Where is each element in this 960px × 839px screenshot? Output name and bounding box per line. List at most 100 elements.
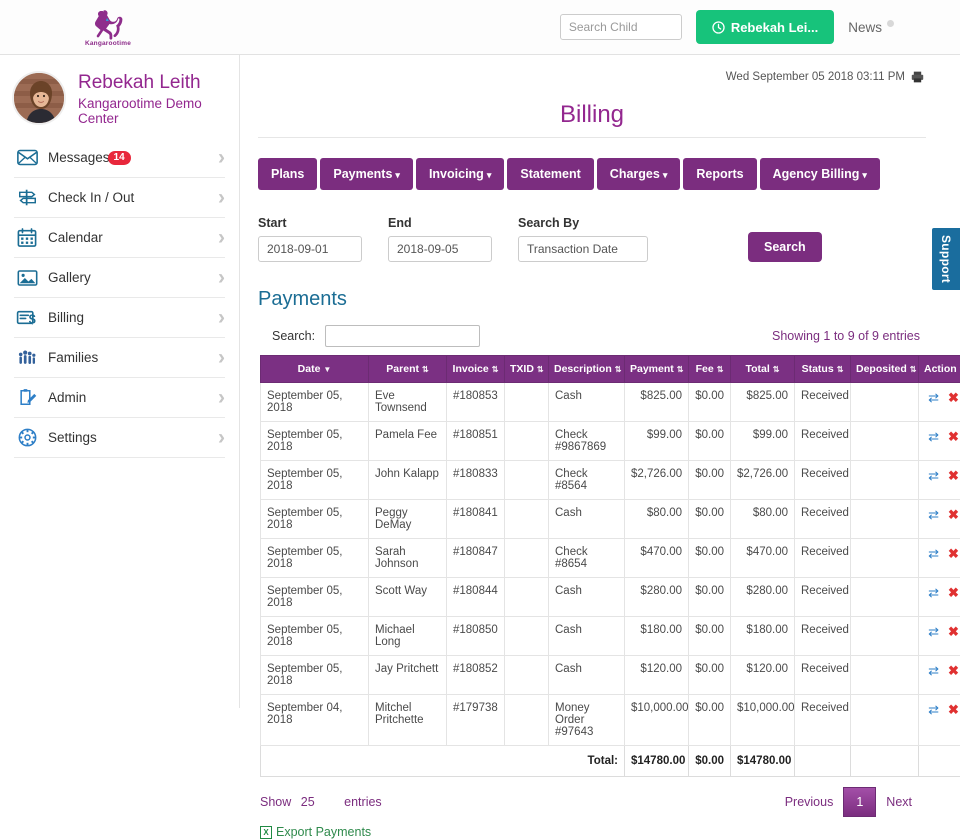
cell-parent[interactable]: Eve Townsend	[369, 383, 447, 422]
column-header-parent[interactable]: Parent⇅	[369, 356, 447, 383]
nav-button-statement[interactable]: Statement	[507, 158, 593, 190]
transfer-icon[interactable]: ⇄	[928, 468, 939, 483]
cell-invoice[interactable]: #180853	[447, 383, 505, 422]
delete-icon[interactable]: ✖	[948, 702, 959, 717]
export-payments-link[interactable]: X Export Payments	[258, 825, 926, 839]
cell-parent[interactable]: Scott Way	[369, 578, 447, 617]
nav-button-label: Reports	[696, 167, 743, 181]
transfer-icon[interactable]: ⇄	[928, 663, 939, 678]
pagination-next[interactable]: Next	[878, 789, 920, 815]
transfer-icon[interactable]: ⇄	[928, 507, 939, 522]
cell-total: $80.00	[731, 500, 795, 539]
delete-icon[interactable]: ✖	[948, 390, 959, 405]
cell-invoice[interactable]: #180844	[447, 578, 505, 617]
cell-invoice[interactable]: #180850	[447, 617, 505, 656]
cell-action: ⇄✖	[919, 383, 960, 422]
sort-icon: ⇅	[837, 365, 844, 374]
column-label: Action	[924, 363, 957, 375]
cell-invoice[interactable]: #180833	[447, 461, 505, 500]
cell-invoice[interactable]: #179738	[447, 695, 505, 746]
nav-button-plans[interactable]: Plans	[258, 158, 317, 190]
sidebar-item-billing[interactable]: $ Billing ›	[14, 298, 225, 338]
search-by-select[interactable]	[518, 236, 648, 262]
delete-icon[interactable]: ✖	[948, 546, 959, 561]
sidebar-item-gallery[interactable]: Gallery ›	[14, 258, 225, 298]
cell-parent[interactable]: Jay Pritchett	[369, 656, 447, 695]
user-menu-button[interactable]: Rebekah Lei...	[696, 10, 834, 44]
column-header-invoice[interactable]: Invoice⇅	[447, 356, 505, 383]
end-date-input[interactable]	[388, 236, 492, 262]
table-search-input[interactable]	[325, 325, 480, 347]
start-date-input[interactable]	[258, 236, 362, 262]
print-icon[interactable]	[911, 71, 924, 83]
nav-button-payments[interactable]: Payments▾	[320, 158, 413, 190]
cell-action: ⇄✖	[919, 578, 960, 617]
sidebar-item-families[interactable]: Families ›	[14, 338, 225, 378]
news-link[interactable]: News	[848, 20, 894, 35]
sidebar-item-check-in-out[interactable]: Check In / Out ›	[14, 178, 225, 218]
delete-icon[interactable]: ✖	[948, 468, 959, 483]
delete-icon[interactable]: ✖	[948, 507, 959, 522]
app-logo[interactable]: Kangarootime	[78, 7, 138, 47]
transfer-icon[interactable]: ⇄	[928, 390, 939, 405]
pagination-previous[interactable]: Previous	[777, 789, 842, 815]
column-header-deposited[interactable]: Deposited⇅	[851, 356, 919, 383]
sidebar-item-admin[interactable]: Admin ›	[14, 378, 225, 418]
column-header-status[interactable]: Status⇅	[795, 356, 851, 383]
transfer-icon[interactable]: ⇄	[928, 702, 939, 717]
pagination-page-1[interactable]: 1	[843, 787, 876, 817]
cell-parent[interactable]: Mitchel Pritchette	[369, 695, 447, 746]
cell-parent[interactable]: John Kalapp	[369, 461, 447, 500]
delete-icon[interactable]: ✖	[948, 585, 959, 600]
sidebar-item-messages[interactable]: Messages 14 ›	[14, 138, 225, 178]
column-header-fee[interactable]: Fee⇅	[689, 356, 731, 383]
cell-date: September 05, 2018	[261, 539, 369, 578]
delete-icon[interactable]: ✖	[948, 663, 959, 678]
cell-parent[interactable]: Pamela Fee	[369, 422, 447, 461]
column-header-action[interactable]: Action⇅	[919, 356, 960, 383]
sort-icon: ⇅	[910, 365, 917, 374]
cell-invoice[interactable]: #180852	[447, 656, 505, 695]
table-row: September 05, 2018 Michael Long #180850 …	[261, 617, 960, 656]
column-header-txid[interactable]: TXID⇅	[505, 356, 549, 383]
sort-icon: ⇅	[615, 365, 622, 374]
entries-info: Showing 1 to 9 of 9 entries	[772, 329, 920, 343]
cell-invoice[interactable]: #180851	[447, 422, 505, 461]
delete-icon[interactable]: ✖	[948, 624, 959, 639]
transfer-icon[interactable]: ⇄	[928, 585, 939, 600]
search-child-input[interactable]	[560, 14, 682, 40]
avatar[interactable]	[12, 71, 66, 125]
cell-status: Received	[795, 500, 851, 539]
support-tab[interactable]: Support	[932, 228, 960, 290]
sidebar-item-calendar[interactable]: Calendar ›	[14, 218, 225, 258]
nav-button-charges[interactable]: Charges▾	[597, 158, 681, 190]
delete-icon[interactable]: ✖	[948, 429, 959, 444]
nav-button-invoicing[interactable]: Invoicing▾	[416, 158, 504, 190]
search-button[interactable]: Search	[748, 232, 822, 262]
cell-description: Check #9867869	[549, 422, 625, 461]
cell-invoice[interactable]: #180847	[447, 539, 505, 578]
column-header-payment[interactable]: Payment⇅	[625, 356, 689, 383]
column-header-date[interactable]: Date▼	[261, 356, 369, 383]
show-label: Show	[260, 795, 291, 809]
show-entries-select[interactable]: 25	[301, 795, 315, 809]
transfer-icon[interactable]: ⇄	[928, 546, 939, 561]
sort-icon: ⇅	[717, 365, 724, 374]
caret-down-icon: ▾	[862, 170, 867, 180]
cell-payment: $120.00	[625, 656, 689, 695]
cell-parent[interactable]: Sarah Johnson	[369, 539, 447, 578]
cell-date: September 05, 2018	[261, 500, 369, 539]
nav-button-label: Plans	[271, 167, 304, 181]
cell-invoice[interactable]: #180841	[447, 500, 505, 539]
transfer-icon[interactable]: ⇄	[928, 624, 939, 639]
column-header-description[interactable]: Description⇅	[549, 356, 625, 383]
sidebar-item-settings[interactable]: Settings ›	[14, 418, 225, 458]
column-header-total[interactable]: Total⇅	[731, 356, 795, 383]
nav-button-agency-billing[interactable]: Agency Billing▾	[760, 158, 880, 190]
transfer-icon[interactable]: ⇄	[928, 429, 939, 444]
nav-button-reports[interactable]: Reports	[683, 158, 756, 190]
nav-button-label: Statement	[520, 167, 580, 181]
cell-parent[interactable]: Michael Long	[369, 617, 447, 656]
cell-date: September 05, 2018	[261, 617, 369, 656]
cell-parent[interactable]: Peggy DeMay	[369, 500, 447, 539]
